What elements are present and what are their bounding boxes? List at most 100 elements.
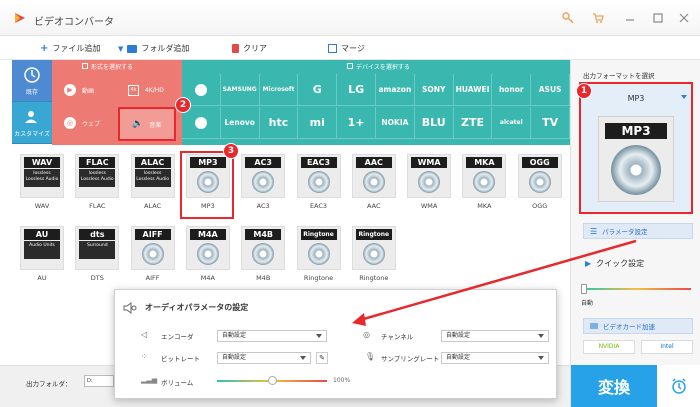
format-wma-7[interactable]: WMA WMA <box>405 154 453 214</box>
clock-icon <box>24 66 40 83</box>
format-label: Ringtone <box>303 274 334 282</box>
nvidia-badge[interactable]: NVIDIA <box>583 340 635 354</box>
alarm-button[interactable] <box>657 365 700 407</box>
device-2-0[interactable] <box>182 107 221 139</box>
format-aiff-12[interactable]: AIFF AIFF <box>129 226 177 286</box>
format-aac-6[interactable]: AAC AAC <box>350 154 398 214</box>
category-header-label: 形式を選択する <box>91 63 134 71</box>
format-alac-2[interactable]: ALAC lossless Lossless Audio ALAC <box>129 154 177 214</box>
disc-icon <box>528 171 551 193</box>
device-label: ZTE <box>460 116 484 129</box>
format-icon: Ringtone <box>351 226 396 270</box>
format-tag: MKA <box>466 157 503 168</box>
device-2-9[interactable]: TV <box>531 107 570 139</box>
key-icon[interactable] <box>562 12 574 24</box>
device-2-1[interactable]: Lenovo <box>220 107 260 139</box>
format-wav-0[interactable]: WAV lossless Lossless Audio WAV <box>18 154 66 214</box>
format-ac3-4[interactable]: AC3 AC3 <box>239 154 287 214</box>
speaker-gear-icon <box>123 302 137 314</box>
format-label: DTS <box>90 274 104 282</box>
category-web-label: ウェブ <box>82 120 101 128</box>
samplerate-select[interactable]: 自動設定 <box>441 352 549 364</box>
volume-slider-handle[interactable] <box>268 376 277 385</box>
format-ringtone-15[interactable]: Ringtone Ringtone <box>295 226 343 286</box>
device-2-4[interactable]: 1+ <box>337 107 376 139</box>
device-2-5[interactable]: NOKIA <box>376 107 415 139</box>
device-2-2[interactable]: htc <box>259 107 299 139</box>
category-audio[interactable]: 🔈 音楽 <box>118 107 176 141</box>
format-grid: WAV lossless Lossless Audio WAV FLAC lossles… <box>12 148 570 288</box>
category-hd-label: 4K/HD <box>145 86 164 94</box>
device-1-1[interactable]: SAMSUNG <box>220 74 260 106</box>
tab-existing[interactable]: 既存 <box>12 60 52 102</box>
quality-slider-handle[interactable] <box>581 284 587 294</box>
category-video[interactable]: ▶ 動画 <box>52 74 112 106</box>
device-1-8[interactable]: honor <box>492 74 532 106</box>
merge-label: マージ <box>341 44 365 53</box>
format-eac3-5[interactable]: EAC3 EAC3 <box>295 154 343 214</box>
device-1-6[interactable]: SONY <box>414 74 454 106</box>
device-label: Lenovo <box>224 118 255 127</box>
add-file-button[interactable]: + ファイル追加 <box>40 43 100 54</box>
disc-icon <box>307 171 330 193</box>
tab-customize[interactable]: カスタマイズ <box>12 102 52 144</box>
trash-icon <box>232 44 239 53</box>
parameter-settings-button[interactable]: ☰ パラメータ設定 <box>583 223 693 239</box>
window-title: ビデオコンバータ <box>34 17 114 28</box>
format-tag: Ringtone <box>300 229 337 240</box>
output-folder-input[interactable]: D:¥WFMag <box>84 375 114 387</box>
format-ringtone-16[interactable]: Ringtone Ringtone <box>350 226 398 286</box>
format-dts-11[interactable]: dts Surround DTS <box>73 226 121 286</box>
format-au-10[interactable]: AU Audio Units AU <box>18 226 66 286</box>
channel-select[interactable]: 自動設定 <box>441 330 549 342</box>
gpu-acceleration-button[interactable]: ビデオカード加速 <box>583 318 693 334</box>
device-1-7[interactable]: HUAWEI <box>453 74 493 106</box>
format-icon: AIFF <box>130 226 175 270</box>
tab-customize-label: カスタマイズ <box>14 130 50 138</box>
format-icon: FLAC lossless Lossless Audio <box>75 154 120 198</box>
format-icon: dts Surround <box>75 226 120 270</box>
title-bar: ビデオコンバータ <box>0 0 700 36</box>
format-m4b-14[interactable]: M4B M4B <box>239 226 287 286</box>
app-logo-icon <box>15 13 25 23</box>
clear-button[interactable]: クリア <box>232 43 267 54</box>
format-m4a-13[interactable]: M4A M4A <box>184 226 232 286</box>
device-1-9[interactable]: ASUS <box>531 74 570 106</box>
edit-pencil-icon[interactable]: ✎ <box>316 352 328 364</box>
category-web[interactable]: ◎ ウェブ <box>52 107 112 139</box>
quality-slider[interactable] <box>583 288 691 290</box>
add-folder-button[interactable]: ▼ フォルダ追加 <box>118 43 189 54</box>
maximize-icon[interactable] <box>652 12 664 24</box>
format-label: AU <box>37 274 47 282</box>
device-1-4[interactable]: LG <box>337 74 376 106</box>
encoder-select[interactable]: 自動設定 <box>217 330 327 342</box>
cart-icon[interactable] <box>592 12 604 24</box>
device-2-8[interactable]: alcatel <box>492 107 532 139</box>
close-icon[interactable] <box>678 12 690 24</box>
category-4k-hd[interactable]: 4k 4K/HD <box>116 74 176 106</box>
intel-badge[interactable]: Intel <box>641 340 693 354</box>
format-flac-1[interactable]: FLAC lossless Lossless Audio FLAC <box>73 154 121 214</box>
format-label: AAC <box>367 202 381 210</box>
selected-format-value: MP3 <box>627 94 645 103</box>
format-tag: M4A <box>189 229 226 240</box>
format-tag: ALAC <box>134 157 171 168</box>
output-format-selector[interactable]: MP3 MP3 <box>579 82 693 214</box>
convert-button[interactable]: 変換 <box>571 365 657 407</box>
bitrate-select[interactable]: 自動設定 <box>217 352 311 364</box>
device-2-3[interactable]: mi <box>298 107 338 139</box>
minimize-icon[interactable] <box>624 12 636 24</box>
parameter-settings-label: パラメータ設定 <box>602 228 648 236</box>
format-icon: OGG <box>517 154 562 198</box>
device-1-3[interactable]: G <box>298 74 338 106</box>
device-2-7[interactable]: ZTE <box>453 107 493 139</box>
folder-icon <box>127 44 138 53</box>
format-mka-8[interactable]: MKA MKA <box>460 154 508 214</box>
device-1-5[interactable]: amazon <box>376 74 415 106</box>
format-ogg-9[interactable]: OGG OGG <box>516 154 564 214</box>
device-2-6[interactable]: BLU <box>414 107 454 139</box>
format-label: WAV <box>34 202 50 210</box>
device-1-2[interactable]: Microsoft <box>259 74 299 106</box>
samplerate-label: サンプリングレート <box>381 355 440 363</box>
merge-button[interactable]: マージ <box>328 43 365 54</box>
